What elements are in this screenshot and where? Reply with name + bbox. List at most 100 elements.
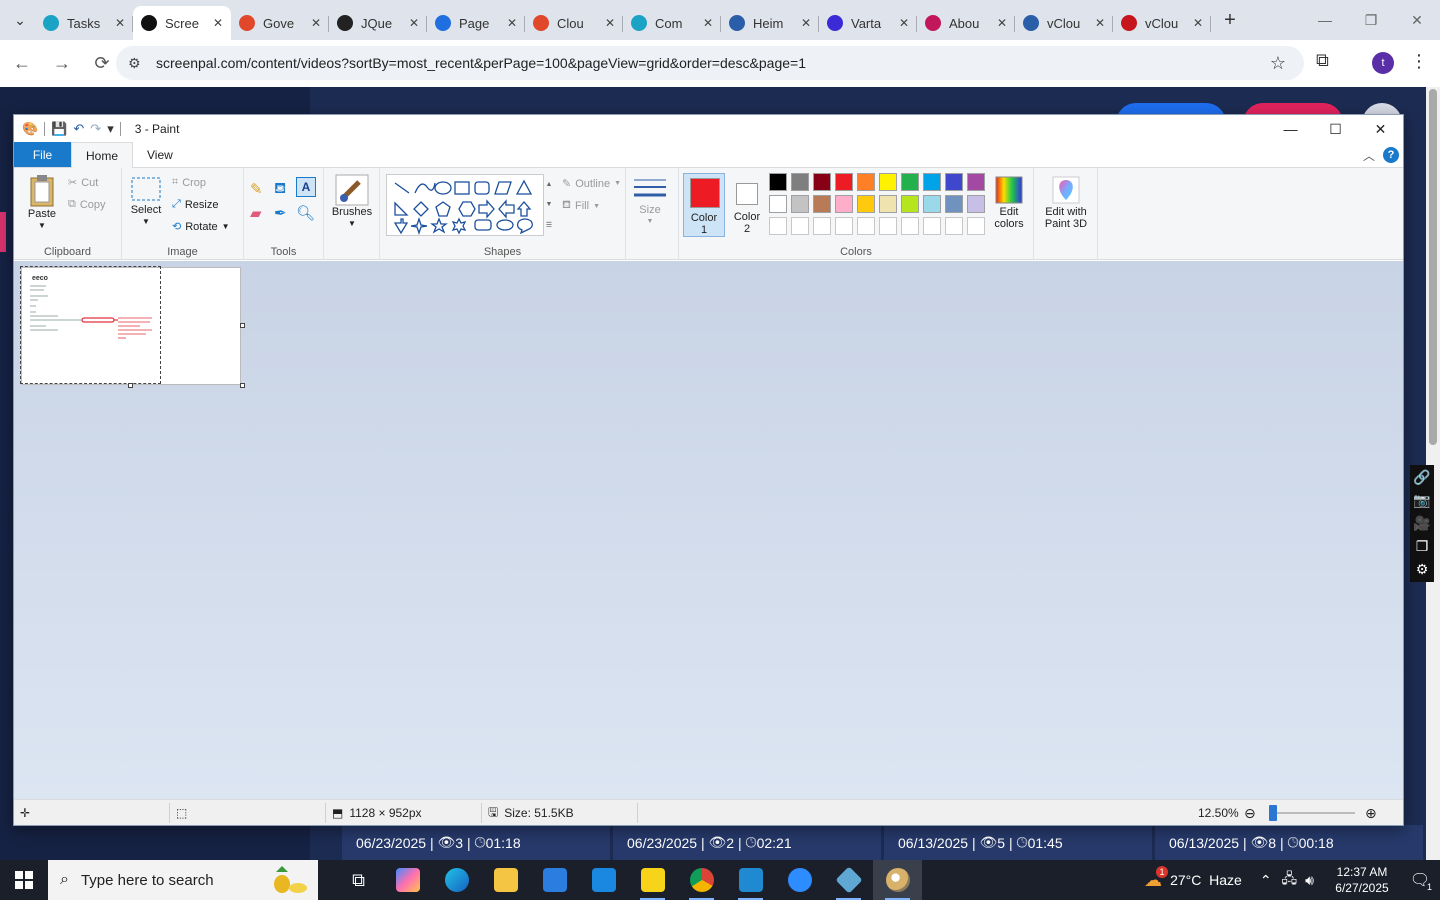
pencil-icon[interactable]: ✎ — [250, 180, 263, 198]
reload-button[interactable]: ⟳ — [84, 46, 120, 82]
custom-color-slot[interactable] — [813, 217, 831, 235]
custom-color-slot[interactable] — [769, 217, 787, 235]
file-explorer-app[interactable] — [481, 860, 530, 900]
help-icon[interactable]: ? — [1383, 147, 1399, 163]
bookmark-star-icon[interactable]: ☆ — [1270, 53, 1286, 74]
tab-close-icon[interactable]: ✕ — [1193, 16, 1203, 30]
browser-tab[interactable]: Com ✕ — [623, 6, 721, 40]
color1-button[interactable]: Color 1 — [683, 173, 725, 237]
browser-tab[interactable]: Tasks ✕ — [35, 6, 133, 40]
palette-swatch[interactable] — [901, 173, 919, 191]
cut-button[interactable]: ✂ Cut — [68, 176, 98, 190]
zoom-in-icon[interactable]: ⊕ — [1365, 800, 1377, 826]
shapes-gallery[interactable] — [386, 174, 544, 236]
zoom-out-icon[interactable]: ⊖ — [1244, 800, 1256, 826]
tab-close-icon[interactable]: ✕ — [409, 16, 419, 30]
text-tool-icon[interactable]: A — [296, 177, 316, 197]
network-icon[interactable]: 🖧 — [1282, 868, 1298, 892]
collapse-ribbon-icon[interactable]: ︿ — [1363, 147, 1375, 164]
tab-close-icon[interactable]: ✕ — [507, 16, 517, 30]
custom-color-slot[interactable] — [857, 217, 875, 235]
forward-button[interactable]: → — [44, 46, 80, 82]
tab-close-icon[interactable]: ✕ — [115, 16, 125, 30]
save-icon[interactable]: 💾 — [51, 121, 67, 137]
browser-tab[interactable]: Abou ✕ — [917, 6, 1015, 40]
scroll-down-icon[interactable]: ▼ — [546, 201, 553, 208]
scrollbar-thumb[interactable] — [1429, 89, 1437, 445]
address-bar[interactable]: ⚙ screenpal.com/content/videos?sortBy=mo… — [116, 46, 1304, 80]
palette-swatch[interactable] — [967, 173, 985, 191]
resize-handle-bottom[interactable] — [128, 383, 133, 388]
browser-tab[interactable]: Varta ✕ — [819, 6, 917, 40]
sticky-notes-app[interactable] — [628, 860, 677, 900]
palette-swatch[interactable] — [923, 195, 941, 213]
palette-swatch[interactable] — [791, 173, 809, 191]
volume-icon[interactable]: 🔊︎ — [1305, 872, 1314, 889]
site-info-icon[interactable]: ⚙ — [128, 55, 150, 72]
back-button[interactable]: ← — [4, 46, 40, 82]
paste-button[interactable]: Paste ▼ — [22, 174, 62, 232]
canvas-area[interactable]: eeco — [14, 261, 1403, 800]
tab-close-icon[interactable]: ✕ — [213, 16, 223, 30]
edit-with-paint3d-button[interactable]: Edit with Paint 3D — [1038, 176, 1094, 230]
minimize-icon[interactable]: — — [1268, 115, 1313, 143]
tab-home[interactable]: Home — [71, 142, 134, 168]
screenpal-app[interactable] — [824, 860, 873, 900]
palette-swatch[interactable] — [923, 173, 941, 191]
custom-color-slot[interactable] — [879, 217, 897, 235]
color2-button[interactable]: Color 2 — [729, 173, 765, 237]
tab-close-icon[interactable]: ✕ — [605, 16, 615, 30]
gear-icon[interactable]: ⚙ — [1416, 561, 1429, 578]
size-button[interactable]: Size ▼ — [630, 176, 670, 228]
microsoft-store-app[interactable] — [530, 860, 579, 900]
custom-color-slot[interactable] — [945, 217, 963, 235]
maximize-icon[interactable]: ☐ — [1313, 115, 1358, 143]
palette-swatch[interactable] — [769, 195, 787, 213]
browser-tab[interactable]: Page ✕ — [427, 6, 525, 40]
fill-button[interactable]: ⛾ Fill ▼ — [562, 199, 600, 213]
tab-search-button[interactable]: ⌄ — [5, 5, 35, 35]
edge-app[interactable] — [432, 860, 481, 900]
close-icon[interactable]: ✕ — [1358, 115, 1403, 143]
palette-swatch[interactable] — [879, 195, 897, 213]
palette-swatch[interactable] — [945, 173, 963, 191]
tab-close-icon[interactable]: ✕ — [899, 16, 909, 30]
rotate-button[interactable]: ⟲ Rotate ▼ — [172, 220, 230, 234]
taskbar-clock[interactable]: 12:37 AM 6/27/2025 — [1324, 864, 1400, 896]
paint-app[interactable] — [873, 860, 922, 900]
palette-swatch[interactable] — [857, 173, 875, 191]
chevron-up-icon[interactable]: ⌃ — [1260, 872, 1272, 889]
magnifier-icon[interactable]: 🔍︎ — [296, 204, 315, 222]
shapes-gallery-scroll[interactable]: ▲ ▼ ☰ — [544, 174, 554, 236]
browser-tab[interactable]: Scree ✕ — [133, 6, 231, 40]
tab-close-icon[interactable]: ✕ — [311, 16, 321, 30]
outline-button[interactable]: ✎ Outline ▼ — [562, 177, 621, 191]
palette-swatch[interactable] — [835, 195, 853, 213]
fill-bucket-icon[interactable]: ⛾ — [274, 180, 286, 199]
weather-icon[interactable]: ☁ 1 — [1144, 865, 1169, 891]
tab-close-icon[interactable]: ✕ — [997, 16, 1007, 30]
link-icon[interactable]: 🔗 — [1413, 469, 1430, 486]
scroll-up-icon[interactable]: ▲ — [546, 181, 553, 188]
custom-color-slot[interactable] — [835, 217, 853, 235]
resize-handle-corner[interactable] — [240, 383, 245, 388]
tab-file[interactable]: File — [14, 142, 71, 167]
browser-tab[interactable]: Clou ✕ — [525, 6, 623, 40]
extensions-icon[interactable]: ⧉ — [1316, 50, 1329, 71]
tab-close-icon[interactable]: ✕ — [801, 16, 811, 30]
browser-tab[interactable]: Heim ✕ — [721, 6, 819, 40]
zoom-slider-track[interactable] — [1269, 812, 1355, 814]
select-button[interactable]: Select ▼ — [128, 176, 164, 228]
custom-color-slot[interactable] — [967, 217, 985, 235]
resize-button[interactable]: ⤢ Resize — [172, 198, 218, 211]
mail-app[interactable] — [579, 860, 628, 900]
selection-rectangle[interactable] — [20, 266, 161, 384]
minimize-icon[interactable]: — — [1302, 0, 1348, 40]
close-icon[interactable]: ✕ — [1394, 0, 1440, 40]
notification-center-icon[interactable]: 🗨 1 — [1400, 870, 1440, 892]
zoom-app[interactable] — [775, 860, 824, 900]
new-tab-button[interactable]: + — [1215, 5, 1245, 35]
brushes-button[interactable]: Brushes ▼ — [330, 174, 374, 230]
palette-swatch[interactable] — [813, 195, 831, 213]
palette-swatch[interactable] — [769, 173, 787, 191]
